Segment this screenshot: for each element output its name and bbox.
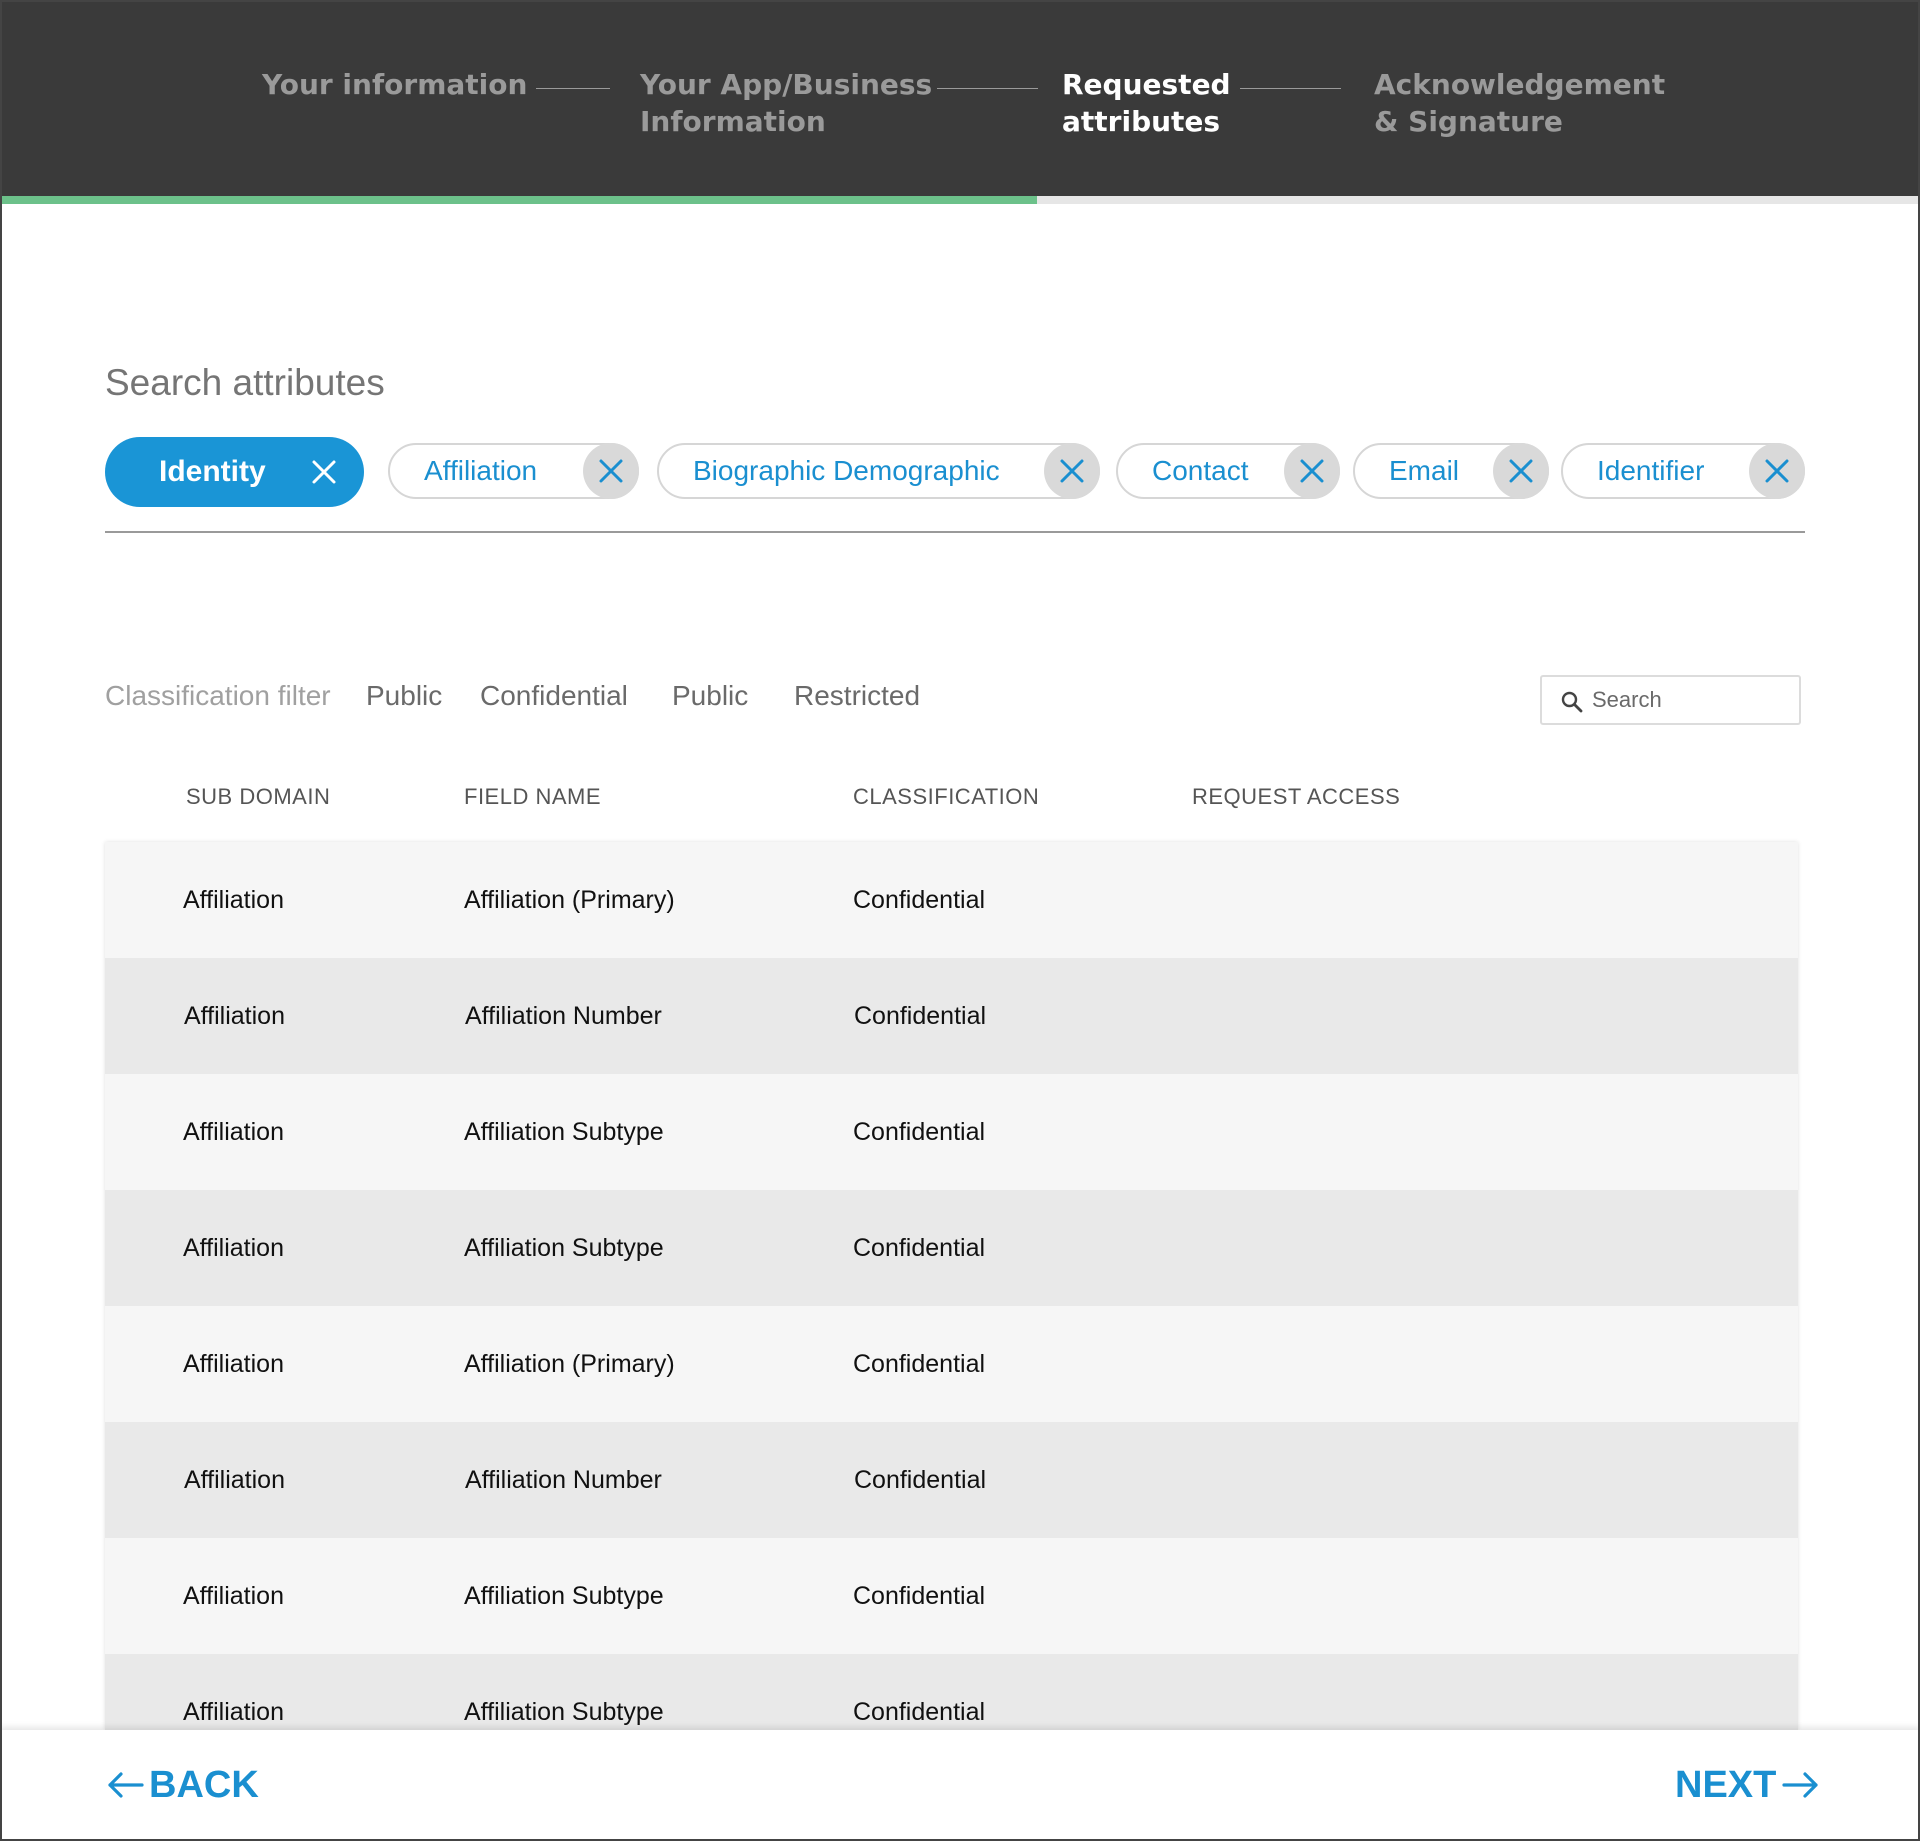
step-connector: [937, 88, 1038, 89]
arrow-left-icon: [106, 1771, 144, 1799]
step-acknowledgement-signature[interactable]: Acknowledgement & Signature: [1374, 66, 1665, 140]
step-requested-attributes[interactable]: Requested attributes: [1062, 66, 1231, 140]
column-header-request-access[interactable]: REQUEST ACCESS: [1192, 784, 1400, 810]
cell-field-name: Affiliation (Primary): [464, 886, 675, 914]
table-row[interactable]: Affiliation Affiliation (Primary) Confid…: [105, 842, 1798, 958]
cell-sub-domain: Affiliation: [183, 1582, 284, 1610]
cell-sub-domain: Affiliation: [183, 1350, 284, 1378]
filter-option-public-2[interactable]: Public: [672, 680, 748, 712]
step-connector: [536, 88, 610, 89]
cell-field-name: Affiliation Subtype: [464, 1118, 664, 1146]
cell-classification: Confidential: [854, 1466, 987, 1494]
column-header-field-name[interactable]: FIELD NAME: [464, 784, 601, 810]
chip-label: Affiliation: [424, 455, 538, 486]
cell-classification: Confidential: [853, 1234, 986, 1262]
table-row[interactable]: Affiliation Affiliation Subtype Confiden…: [105, 1074, 1798, 1190]
step-label: Your information: [262, 68, 528, 101]
filter-option-public[interactable]: Public: [366, 680, 442, 712]
attributes-table: Affiliation Affiliation (Primary) Confid…: [105, 842, 1798, 1730]
cell-classification: Confidential: [853, 1698, 986, 1726]
search-icon: [1560, 690, 1584, 714]
step-label: Your App/Business: [640, 68, 933, 101]
cell-field-name: Affiliation Subtype: [464, 1582, 664, 1610]
cell-classification: Confidential: [853, 886, 986, 914]
step-label: Acknowledgement: [1374, 68, 1666, 101]
chip-label: Email: [1389, 455, 1460, 486]
table-row[interactable]: Affiliation Affiliation Number Confident…: [105, 958, 1798, 1074]
close-icon[interactable]: [1493, 443, 1549, 499]
cell-field-name: Affiliation Subtype: [464, 1698, 664, 1726]
chip-label: Contact: [1152, 455, 1249, 486]
step-app-business-information[interactable]: Your App/Business Information: [640, 66, 932, 140]
close-icon[interactable]: [583, 443, 639, 499]
next-label: NEXT: [1675, 1763, 1777, 1806]
step-label: Requested: [1062, 68, 1231, 101]
chip-biographic-demographic[interactable]: Biographic Demographic: [657, 443, 1100, 499]
chip-identifier[interactable]: Identifier: [1561, 443, 1805, 499]
cell-sub-domain: Affiliation: [183, 1118, 284, 1146]
table-row[interactable]: Affiliation Affiliation Number Confident…: [105, 1422, 1798, 1538]
filter-option-restricted[interactable]: Restricted: [794, 680, 920, 712]
chip-label: Identifier: [1597, 455, 1705, 486]
chip-contact[interactable]: Contact: [1116, 443, 1340, 499]
progress-bar: [0, 196, 1037, 204]
table-row[interactable]: Affiliation Affiliation Subtype Confiden…: [105, 1654, 1798, 1730]
step-label-line2: Information: [640, 105, 826, 138]
table-row[interactable]: Affiliation Affiliation Subtype Confiden…: [105, 1538, 1798, 1654]
cell-sub-domain: Affiliation: [184, 1466, 285, 1494]
cell-sub-domain: Affiliation: [184, 1002, 285, 1030]
back-label: BACK: [149, 1763, 259, 1806]
next-button[interactable]: NEXT: [1675, 1762, 1820, 1808]
cell-field-name: Affiliation Number: [465, 1002, 662, 1030]
chip-label: Biographic Demographic: [693, 455, 1000, 486]
chip-label: Identity: [159, 455, 266, 488]
search-attributes-title: Search attributes: [105, 362, 385, 403]
search-box[interactable]: [1540, 675, 1801, 725]
step-label-line2: attributes: [1062, 105, 1221, 138]
cell-sub-domain: Affiliation: [183, 886, 284, 914]
arrow-right-icon: [1782, 1771, 1820, 1799]
stepper-header: Your information Your App/Business Infor…: [0, 0, 1920, 196]
step-label-line2: & Signature: [1374, 105, 1563, 138]
close-icon[interactable]: [1749, 443, 1805, 499]
table-row[interactable]: Affiliation Affiliation (Primary) Confid…: [105, 1306, 1798, 1422]
cell-field-name: Affiliation (Primary): [464, 1350, 675, 1378]
chip-affiliation[interactable]: Affiliation: [388, 443, 639, 499]
chips-divider: [105, 531, 1805, 533]
filter-option-confidential[interactable]: Confidential: [480, 680, 628, 712]
footer-bar: [0, 1730, 1920, 1841]
cell-classification: Confidential: [853, 1350, 986, 1378]
table-row[interactable]: Affiliation Affiliation Subtype Confiden…: [105, 1190, 1798, 1306]
cell-classification: Confidential: [853, 1118, 986, 1146]
cell-classification: Confidential: [854, 1002, 987, 1030]
cell-sub-domain: Affiliation: [183, 1698, 284, 1726]
chip-email[interactable]: Email: [1353, 443, 1549, 499]
column-header-classification[interactable]: CLASSIFICATION: [853, 784, 1039, 810]
classification-filter-label: Classification filter: [105, 680, 331, 711]
step-your-information[interactable]: Your information: [262, 66, 527, 103]
close-icon[interactable]: [1044, 443, 1100, 499]
close-icon[interactable]: [296, 444, 352, 500]
cell-field-name: Affiliation Subtype: [464, 1234, 664, 1262]
search-input[interactable]: [1592, 677, 1792, 723]
step-connector: [1240, 88, 1341, 89]
cell-field-name: Affiliation Number: [465, 1466, 662, 1494]
column-header-sub-domain[interactable]: SUB DOMAIN: [186, 784, 330, 810]
chip-identity[interactable]: Identity: [105, 437, 364, 507]
cell-sub-domain: Affiliation: [183, 1234, 284, 1262]
back-button[interactable]: BACK: [106, 1762, 259, 1808]
close-icon[interactable]: [1284, 443, 1340, 499]
cell-classification: Confidential: [853, 1582, 986, 1610]
